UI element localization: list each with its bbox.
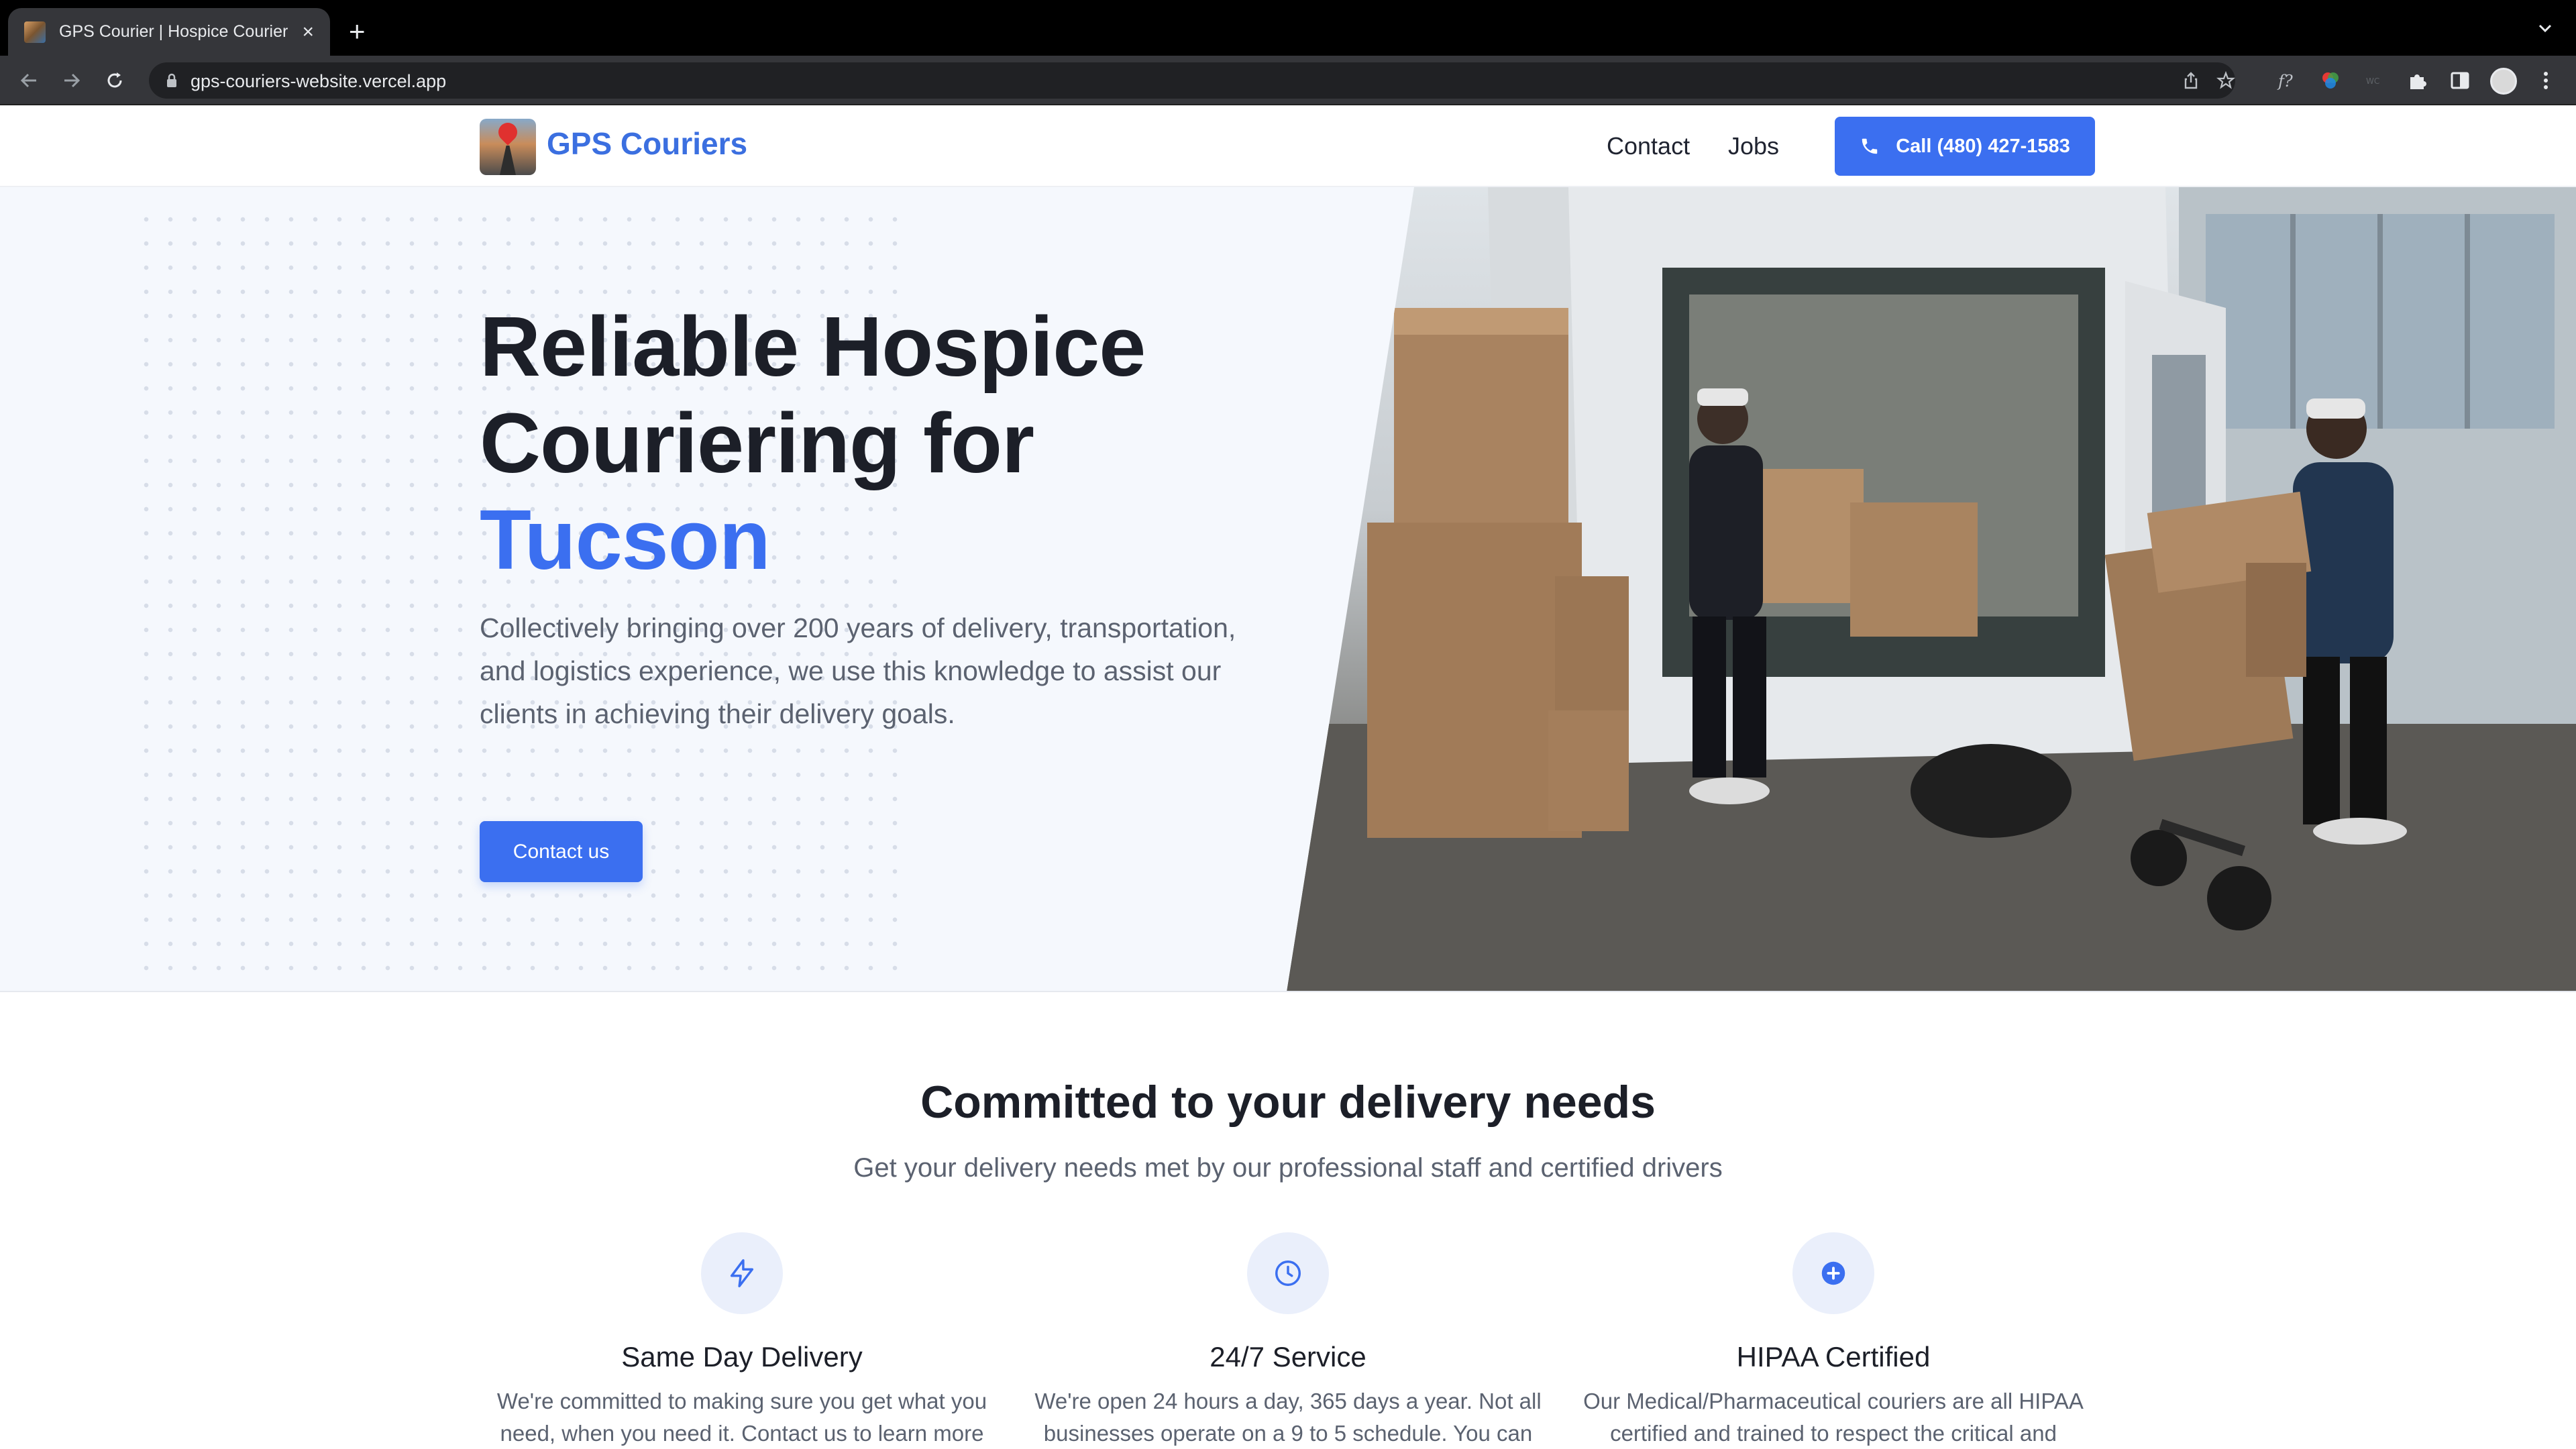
hero-title-line1: Reliable Hospice	[480, 299, 1146, 394]
svg-text:WC: WC	[2366, 76, 2379, 86]
logo-text[interactable]: GPS Couriers	[547, 125, 747, 162]
browser-tab[interactable]: GPS Courier | Hospice Courier ×	[8, 8, 330, 56]
tab-close-icon[interactable]: ×	[302, 21, 314, 42]
call-button[interactable]: Call (480) 427-1583	[1835, 117, 2095, 176]
hero-title-line2: Couriering for	[480, 396, 1034, 490]
feature-card: 24/7 Service We're open 24 hours a day, …	[1020, 1232, 1556, 1449]
color-picker-extension-icon[interactable]	[2319, 69, 2342, 92]
call-button-label: Call (480) 427-1583	[1896, 135, 2070, 157]
plus-circle-icon	[1792, 1232, 1874, 1314]
contact-us-button[interactable]: Contact us	[480, 821, 643, 882]
tab-title: GPS Courier | Hospice Courier	[59, 22, 288, 41]
phone-icon	[1862, 138, 1878, 154]
feature-name: HIPAA Certified	[1736, 1341, 1931, 1373]
hero-title-city: Tucson	[480, 492, 771, 587]
feature-name: Same Day Delivery	[621, 1341, 863, 1373]
feature-card: Same Day Delivery We're committed to mak…	[474, 1232, 1010, 1449]
features-subtitle: Get your delivery needs met by our profe…	[853, 1153, 1723, 1183]
lightning-icon	[701, 1232, 783, 1314]
hero-title: Reliable Hospice Couriering for Tucson	[480, 299, 1352, 588]
web-page: GPS Couriers Contact Jobs Call (480) 427…	[0, 105, 2576, 1449]
nav-link-jobs[interactable]: Jobs	[1728, 132, 1779, 160]
favicon-icon	[24, 21, 46, 43]
profile-avatar[interactable]	[2490, 68, 2517, 95]
hero-section: Reliable Hospice Couriering for Tucson C…	[0, 187, 2576, 992]
font-extension-icon[interactable]: f?	[2275, 69, 2298, 92]
svg-text:f?: f?	[2277, 72, 2293, 91]
feature-description: We're open 24 hours a day, 365 days a ye…	[1034, 1389, 1542, 1446]
site-header: GPS Couriers Contact Jobs Call (480) 427…	[0, 105, 2576, 187]
features-title: Committed to your delivery needs	[920, 1077, 1656, 1128]
reload-icon[interactable]	[103, 69, 126, 92]
browser-toolbar: gps-couriers-website.vercel.app f? WC	[0, 56, 2576, 105]
feature-description: Our Medical/Pharmaceutical couriers are …	[1583, 1389, 2084, 1446]
hero-subtitle: Collectively bringing over 200 years of …	[480, 612, 1236, 729]
tab-search-chevron-icon[interactable]	[2537, 20, 2553, 36]
delivery-van-illustration	[1287, 187, 2576, 991]
nav-link-contact[interactable]: Contact	[1607, 132, 1690, 160]
url-text: gps-couriers-website.vercel.app	[191, 71, 447, 91]
new-tab-button[interactable]: +	[349, 17, 366, 46]
share-icon[interactable]	[2182, 71, 2200, 90]
feature-name: 24/7 Service	[1210, 1341, 1366, 1373]
logo-icon[interactable]	[480, 119, 536, 175]
feature-card: HIPAA Certified Our Medical/Pharmaceutic…	[1565, 1232, 2102, 1449]
back-arrow-icon[interactable]	[17, 69, 40, 92]
extension-icon[interactable]: WC	[2363, 69, 2385, 92]
feature-description: We're committed to making sure you get w…	[496, 1389, 987, 1446]
puzzle-extensions-icon[interactable]	[2406, 69, 2429, 92]
address-bar[interactable]: gps-couriers-website.vercel.app	[149, 62, 2235, 99]
forward-arrow-icon[interactable]	[60, 69, 83, 92]
side-panel-icon[interactable]	[2449, 69, 2471, 92]
browser-tab-strip: GPS Courier | Hospice Courier × +	[0, 0, 2576, 56]
clock-icon	[1247, 1232, 1329, 1314]
hero-photo-delivery-van	[1287, 187, 2576, 991]
more-menu-icon[interactable]	[2534, 69, 2557, 92]
lock-icon	[167, 73, 176, 87]
bookmark-star-icon[interactable]	[2216, 71, 2235, 90]
